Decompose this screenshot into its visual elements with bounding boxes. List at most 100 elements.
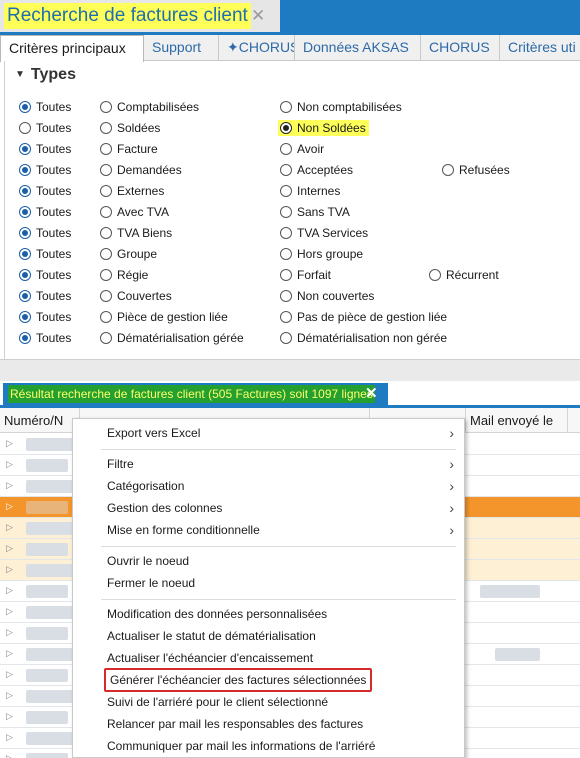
radio-toutes[interactable]: Toutes (19, 246, 71, 262)
radio-toutes[interactable]: Toutes (19, 225, 71, 241)
radio-soldees[interactable]: Soldées (100, 120, 160, 136)
radio-non-comptabilisees[interactable]: Non comptabilisées (280, 99, 402, 115)
column-header-numero[interactable]: Numéro/N (0, 408, 80, 433)
menu-item-fermer-le-noeud[interactable]: Fermer le noeud (107, 573, 195, 593)
radio-unselected-icon[interactable] (100, 185, 112, 197)
radio-recurrent[interactable]: Récurrent (429, 267, 499, 283)
menu-item-relancer-par-mail-les-responsables-des-factures[interactable]: Relancer par mail les responsables des f… (107, 714, 363, 734)
radio-unselected-icon[interactable] (280, 143, 292, 155)
expand-row-icon[interactable]: ▷ (6, 690, 13, 701)
tab-chorus[interactable]: CHORUS (421, 35, 500, 61)
radio-externes[interactable]: Externes (100, 183, 164, 199)
radio-tva-biens[interactable]: TVA Biens (100, 225, 172, 241)
radio-selected-icon[interactable] (19, 332, 31, 344)
expand-row-icon[interactable]: ▷ (6, 543, 13, 554)
radio-unselected-icon[interactable] (280, 311, 292, 323)
radio-unselected-icon[interactable] (100, 332, 112, 344)
menu-item-communiquer-par-mail-les-informations-de-l-arriere[interactable]: Communiquer par mail les informations de… (107, 736, 375, 756)
radio-selected-icon[interactable] (19, 143, 31, 155)
column-header-mail-envoye[interactable]: Mail envoyé le (466, 408, 568, 433)
radio-unselected-icon[interactable] (100, 248, 112, 260)
expand-row-icon[interactable]: ▷ (6, 438, 13, 449)
radio-selected-icon[interactable] (19, 227, 31, 239)
radio-unselected-icon[interactable] (100, 311, 112, 323)
expand-row-icon[interactable]: ▷ (6, 753, 13, 758)
radio-unselected-icon[interactable] (100, 206, 112, 218)
radio-toutes[interactable]: Toutes (19, 162, 71, 178)
radio-non-couvertes[interactable]: Non couvertes (280, 288, 374, 304)
result-tab[interactable]: Résultat recherche de factures client (5… (3, 383, 388, 405)
radio-unselected-icon[interactable] (19, 122, 31, 134)
radio-toutes[interactable]: Toutes (19, 330, 71, 346)
radio-non-soldees[interactable]: Non Soldées (278, 120, 369, 136)
menu-item-export-vers-excel[interactable]: Export vers Excel (107, 423, 200, 443)
radio-selected-icon[interactable] (19, 164, 31, 176)
close-icon[interactable]: ✕ (365, 384, 378, 402)
expand-row-icon[interactable]: ▷ (6, 480, 13, 491)
radio-selected-icon[interactable] (19, 185, 31, 197)
expand-row-icon[interactable]: ▷ (6, 564, 13, 575)
radio-acceptees[interactable]: Acceptées (280, 162, 353, 178)
radio-unselected-icon[interactable] (280, 227, 292, 239)
menu-item-categorisation[interactable]: Catégorisation (107, 476, 184, 496)
expand-row-icon[interactable]: ▷ (6, 627, 13, 638)
radio-unselected-icon[interactable] (280, 332, 292, 344)
radio-regie[interactable]: Régie (100, 267, 148, 283)
radio-selected-icon[interactable] (19, 101, 31, 113)
menu-item-ouvrir-le-noeud[interactable]: Ouvrir le noeud (107, 551, 189, 571)
radio-selected-icon[interactable] (19, 290, 31, 302)
radio-toutes[interactable]: Toutes (19, 99, 71, 115)
tab-criteres-utilisateur[interactable]: Critères uti (500, 35, 580, 61)
radio-toutes[interactable]: Toutes (19, 288, 71, 304)
expand-row-icon[interactable]: ▷ (6, 732, 13, 743)
menu-item-suivi-de-l-arriere-pour-le-client-selectionne[interactable]: Suivi de l'arriéré pour le client sélect… (107, 692, 328, 712)
radio-facture[interactable]: Facture (100, 141, 158, 157)
collapse-icon[interactable]: ▼ (15, 69, 25, 80)
radio-unselected-icon[interactable] (280, 269, 292, 281)
radio-unselected-icon[interactable] (100, 290, 112, 302)
radio-unselected-icon[interactable] (280, 248, 292, 260)
radio-piece-de-gestion-liee[interactable]: Pièce de gestion liée (100, 309, 228, 325)
radio-unselected-icon[interactable] (280, 185, 292, 197)
radio-refusees[interactable]: Refusées (442, 162, 510, 178)
radio-selected-icon[interactable] (19, 248, 31, 260)
radio-selected-icon[interactable] (19, 206, 31, 218)
tab-support[interactable]: Support (144, 35, 219, 61)
radio-tva-services[interactable]: TVA Services (280, 225, 368, 241)
expand-row-icon[interactable]: ▷ (6, 669, 13, 680)
radio-couvertes[interactable]: Couvertes (100, 288, 172, 304)
radio-comptabilisees[interactable]: Comptabilisées (100, 99, 199, 115)
radio-toutes[interactable]: Toutes (19, 267, 71, 283)
radio-toutes[interactable]: Toutes (19, 141, 71, 157)
radio-unselected-icon[interactable] (100, 101, 112, 113)
radio-selected-icon[interactable] (19, 269, 31, 281)
column-header[interactable] (568, 408, 580, 433)
radio-dematerialisation-non-geree[interactable]: Dématérialisation non gérée (280, 330, 447, 346)
radio-unselected-icon[interactable] (100, 164, 112, 176)
expand-row-icon[interactable]: ▷ (6, 522, 13, 533)
radio-sans-tva[interactable]: Sans TVA (280, 204, 350, 220)
menu-item-actualiser-l-echeancier-d-encaissement[interactable]: Actualiser l'échéancier d'encaissement (107, 648, 313, 668)
close-icon[interactable]: ✕ (251, 6, 265, 26)
expand-row-icon[interactable]: ▷ (6, 606, 13, 617)
radio-toutes[interactable]: Toutes (19, 309, 71, 325)
tab-criteres-principaux[interactable]: Critères principaux (0, 35, 144, 62)
radio-internes[interactable]: Internes (280, 183, 340, 199)
tab-chorus-star[interactable]: ✦CHORUS (219, 35, 295, 61)
expand-row-icon[interactable]: ▷ (6, 459, 13, 470)
radio-toutes[interactable]: Toutes (19, 120, 71, 136)
radio-unselected-icon[interactable] (100, 227, 112, 239)
expand-row-icon[interactable]: ▷ (6, 501, 13, 512)
menu-item-gestion-des-colonnes[interactable]: Gestion des colonnes (107, 498, 222, 518)
radio-unselected-icon[interactable] (280, 206, 292, 218)
radio-unselected-icon[interactable] (100, 269, 112, 281)
radio-demandees[interactable]: Demandées (100, 162, 182, 178)
window-tab[interactable]: Recherche de factures client ✕ (0, 0, 280, 32)
radio-avoir[interactable]: Avoir (280, 141, 324, 157)
radio-unselected-icon[interactable] (429, 269, 441, 281)
radio-hors-groupe[interactable]: Hors groupe (280, 246, 363, 262)
menu-item-generer-l-echeancier-des-factures-selectionnees[interactable]: Générer l'échéancier des factures sélect… (104, 668, 373, 692)
menu-item-mise-en-forme-conditionnelle[interactable]: Mise en forme conditionnelle (107, 520, 260, 540)
radio-dematerialisation-geree[interactable]: Dématérialisation gérée (100, 330, 244, 346)
menu-item-modification-des-donnees-personnalisees[interactable]: Modification des données personnalisées (107, 604, 327, 624)
